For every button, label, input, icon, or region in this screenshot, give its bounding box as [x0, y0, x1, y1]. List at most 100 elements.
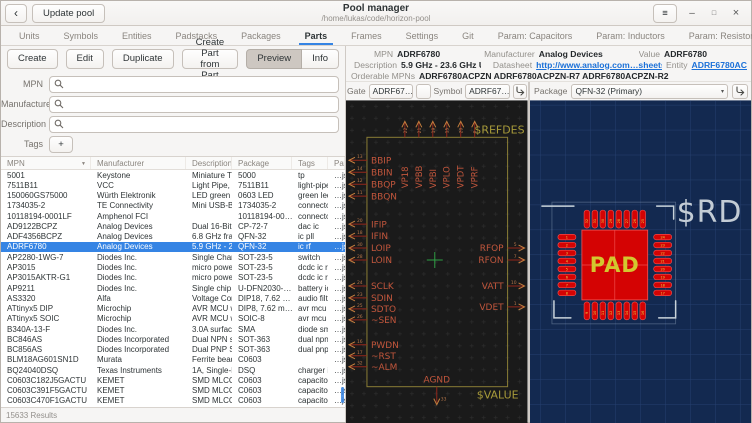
table-scrollbar[interactable]	[341, 157, 345, 407]
gate-symbol-controls: Gate ADRF67… ▾ Symbol ADRF67… ▾	[346, 82, 528, 100]
table-row[interactable]: ATtinyx5 SOICMicrochipAVR MCU wit…SOIC-8…	[1, 314, 345, 324]
mpn-search-input[interactable]	[49, 76, 339, 93]
tab-git[interactable]: Git	[450, 26, 486, 45]
back-button[interactable]: ‹	[5, 4, 27, 23]
table-row[interactable]: AD9122BCPZAnalog DevicesDual 16-Bit, 1…C…	[1, 221, 345, 231]
column-header-description[interactable]: Description	[186, 157, 232, 169]
tab-settings[interactable]: Settings	[394, 26, 451, 45]
tab-param-inductors[interactable]: Param: Inductors	[584, 26, 677, 45]
pin-name: VPDT	[456, 165, 466, 188]
window-title-block: Pool manager /home/lukas/code/horizon-po…	[1, 3, 751, 23]
mpn-label: MPN	[374, 49, 397, 59]
table-row[interactable]: C0603C391F5GACTUKEMETSMD MLCC, …C0603cap…	[1, 386, 345, 396]
close-button[interactable]: ×	[729, 6, 743, 20]
table-row[interactable]: 10118194-0001LFAmphenol FCI10118194-00…c…	[1, 211, 345, 221]
window-title: Pool manager	[1, 3, 751, 14]
table-row[interactable]: ATtinyx5 DIPMicrochipAVR MCU wit…DIP8, 7…	[1, 303, 345, 313]
column-header-manufacturer[interactable]: Manufacturer	[91, 157, 186, 169]
create-button[interactable]: Create	[7, 49, 58, 69]
tab-symbols[interactable]: Symbols	[52, 26, 111, 45]
svg-text:14: 14	[625, 310, 629, 315]
goto-package-button[interactable]	[732, 84, 748, 99]
entity-link[interactable]: ADRF6780ACPZN-R7	[692, 60, 747, 70]
gate-combo[interactable]: ADRF67… ▾	[369, 84, 414, 99]
table-row[interactable]: AP3015Diodes Inc.micro power …SOT-23-5dc…	[1, 262, 345, 272]
column-header-tags[interactable]: Tags	[292, 157, 328, 169]
cell-tags: dual npn sot-…	[292, 335, 328, 344]
part-preview-panel: MPN ADRF6780 Manufacturer Analog Devices…	[346, 46, 751, 422]
cell-manufacturer: Microchip	[91, 314, 186, 323]
table-row[interactable]: BC856ASDiodes IncorporatedDual PNP Sm…SO…	[1, 345, 345, 355]
tab-padstacks[interactable]: Padstacks	[164, 26, 230, 45]
tab-param-capacitors[interactable]: Param: Capacitors	[486, 26, 585, 45]
tab-entities[interactable]: Entities	[110, 26, 164, 45]
cell-tags: capacitor pas…	[292, 376, 328, 385]
cell-package: CP-72-7	[232, 222, 292, 231]
update-pool-button[interactable]: Update pool	[32, 4, 105, 23]
tab-param-resistors[interactable]: Param: Resistors	[677, 26, 752, 45]
cell-mpn: AP2280-1WG-7	[1, 253, 91, 262]
duplicate-button[interactable]: Duplicate	[112, 49, 174, 69]
table-row[interactable]: BC846ASDiodes IncorporatedDual NPN sm…SO…	[1, 334, 345, 344]
manufacturer-search-input[interactable]	[49, 96, 339, 113]
table-row[interactable]: ADF4356BCPZAnalog Devices6.8 GHz frac-…Q…	[1, 232, 345, 242]
cell-mpn: ATtinyx5 SOIC	[1, 314, 91, 323]
table-row[interactable]: C0603C470F1GACTUKEMETSMD MLCC, …C0603cap…	[1, 396, 345, 406]
manufacturer-filter-label: Manufacturer	[1, 99, 49, 109]
value-value: ADRF6780	[664, 49, 707, 59]
package-combo[interactable]: QFN-32 (Primary) ▾	[571, 84, 728, 99]
table-row[interactable]: BLM18AG601SN1DMurataFerrite bead, …C0603…	[1, 355, 345, 365]
table-row[interactable]: B340A-13-FDiodes Inc.3.0A surface …SMAdi…	[1, 324, 345, 334]
cell-manufacturer: Würth Elektronik	[91, 191, 186, 200]
table-row[interactable]: 7511B11VCCLight Pipe, 3 …7511B11light-pi…	[1, 180, 345, 190]
tab-parts[interactable]: Parts	[293, 26, 340, 45]
svg-text:30: 30	[601, 219, 605, 223]
symbol-combo[interactable]: ADRF67… ▾	[465, 84, 510, 99]
cell-package: SOT-23-5	[232, 273, 292, 282]
column-header-package[interactable]: Package	[232, 157, 292, 169]
minimize-button[interactable]: –	[685, 6, 699, 20]
pin-name: BBIN	[371, 168, 393, 178]
preview-toggle-button[interactable]: Preview	[246, 49, 302, 69]
add-tag-button[interactable]: +	[49, 136, 73, 153]
pin-name: RFOP	[480, 244, 504, 254]
table-row[interactable]: BQ24040DSQTexas Instruments1A, Single-In…	[1, 365, 345, 375]
description-search-input[interactable]	[49, 116, 339, 133]
cell-mpn: AP3015	[1, 263, 91, 272]
table-row[interactable]: AP3015AKTR-G1Diodes Inc.micro power …SOT…	[1, 273, 345, 283]
cell-tags: charger ic	[292, 366, 328, 375]
table-row[interactable]: AS3320AlfaVoltage Contr…DIP18, 7.62 …aud…	[1, 293, 345, 303]
info-toggle-button[interactable]: Info	[302, 49, 339, 69]
menu-button[interactable]: ≡	[653, 4, 677, 23]
gate-label: Gate	[347, 86, 366, 96]
goto-gate-button[interactable]	[416, 84, 430, 99]
table-row[interactable]: 5001KeystoneMiniature TH…5000tp…json	[1, 170, 345, 180]
package-preview-canvas[interactable]: PAD3291243110223301132229124212813520271…	[530, 100, 751, 423]
edit-button[interactable]: Edit	[66, 49, 104, 69]
search-icon	[54, 79, 64, 89]
tab-frames[interactable]: Frames	[339, 26, 394, 45]
description-filter-label: Description	[1, 119, 49, 129]
cell-tags: dac ic	[292, 222, 328, 231]
datasheet-link[interactable]: http://www.analog.com…sheets/ADRF6780.pd…	[536, 60, 662, 70]
svg-text:26: 26	[632, 219, 636, 223]
cell-mpn: BC846AS	[1, 335, 91, 344]
symbol-preview-canvas[interactable]: $REFDES$VALUE22VP1821VPBB19VPBI15VPLO29V…	[346, 100, 528, 423]
table-row[interactable]: AP2280-1WG-7Diodes Inc.Single Chann…SOT-…	[1, 252, 345, 262]
maximize-button[interactable]: □	[707, 6, 721, 20]
table-row[interactable]: C0603C182J5GACTUKEMETSMD MLCC, …C0603cap…	[1, 375, 345, 385]
go-to-icon	[515, 86, 525, 96]
cell-mpn: C0603C182J5GACTU	[1, 376, 91, 385]
create-part-from-part-button[interactable]: Create Part from Part	[182, 49, 239, 69]
cell-manufacturer: VCC	[91, 181, 186, 190]
goto-symbol-button[interactable]	[513, 84, 527, 99]
table-row[interactable]: ADRF6780Analog Devices5.9 GHz - 23.…QFN-…	[1, 242, 345, 252]
tab-packages[interactable]: Packages	[229, 26, 293, 45]
table-row[interactable]: 150060GS75000Würth ElektronikLED green c…	[1, 191, 345, 201]
tab-units[interactable]: Units	[7, 26, 52, 45]
table-row[interactable]: AP9211Diodes Inc.Single chip Li-…U-DFN20…	[1, 283, 345, 293]
scrollbar-thumb[interactable]	[341, 387, 344, 403]
cell-manufacturer: Diodes Incorporated	[91, 345, 186, 354]
table-row[interactable]: 1734035-2TE ConnectivityMini USB-B r…173…	[1, 201, 345, 211]
column-header-mpn[interactable]: MPN▼	[1, 157, 91, 169]
